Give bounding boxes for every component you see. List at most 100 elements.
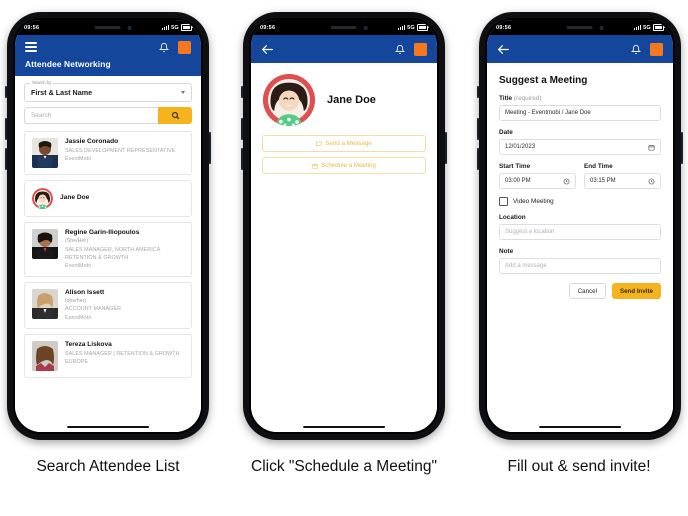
suggest-meeting-form: Suggest a Meeting Title (required) Meeti… [487,63,673,299]
orange-square-avatar[interactable] [414,42,427,56]
phone1-power-button[interactable] [209,132,211,164]
location-placeholder: Suggest a location [505,229,555,235]
attendee-role: SALES MANAGER | RETENTION & GROWTH EUROP… [65,350,180,365]
send-invite-button[interactable]: Send Invite [611,283,661,299]
network-label: 5G [407,24,415,31]
avatar [32,229,58,259]
bell-icon[interactable] [631,44,641,55]
avatar [32,188,53,209]
end-time-label: End Time [584,163,613,170]
title-label-text: Title [499,95,513,102]
phone1-mute-switch[interactable] [5,86,7,98]
search-by-select[interactable]: Search by First & Last Name [24,80,192,102]
title-value: Meeting - Eventmobi / Jane Doe [505,110,591,116]
clock-icon[interactable] [563,178,570,185]
location-input[interactable]: Suggest a location [499,224,661,240]
phone3-power-button[interactable] [681,132,683,164]
search-section: Search by First & Last Name Search [15,76,201,126]
phone3-content: Suggest a Meeting Title (required) Meeti… [487,63,673,432]
send-message-button[interactable]: Send a Message [262,135,426,152]
video-meeting-label: Video Meeting [513,198,554,205]
signal-icon [398,25,406,30]
phone3-volume-up[interactable] [477,118,479,140]
chevron-down-icon [181,91,185,94]
phone2-content: Jane Doe Send a Message Schedule a Meeti… [251,63,437,432]
attendee-role: SALES DEVELOPMENT REPRESENTATIVE [65,147,176,154]
date-input[interactable]: 12/01/2023 [499,139,661,155]
title-input[interactable]: Meeting - Eventmobi / Jane Doe [499,105,661,121]
phone3-mute-switch[interactable] [477,86,479,98]
phone2-volume-up[interactable] [241,118,243,140]
start-time-input[interactable]: 03:00 PM [499,173,576,189]
avatar-photo [32,188,53,209]
battery-icon [653,24,665,31]
bell-icon[interactable] [395,44,405,55]
cancel-button[interactable]: Cancel [568,283,606,299]
list-item[interactable]: Jassie Coronado SALES DEVELOPMENT REPRES… [24,131,192,175]
back-arrow-icon[interactable] [497,44,510,55]
front-camera [364,26,368,30]
front-camera [600,26,604,30]
list-item[interactable]: Regine Garin-Iliopoulos (She/Her) SALES … [24,222,192,277]
attendee-role: ACCOUNT MANAGER [65,306,122,313]
end-time-input[interactable]: 03:15 PM [584,173,661,189]
phone2-mute-switch[interactable] [241,86,243,98]
avatar-photo [32,288,58,319]
attendee-name: Regine Garin-Iliopoulos [65,229,140,236]
clock-icon[interactable] [648,178,655,185]
send-message-label: Send a Message [325,140,372,147]
note-label: Note [499,248,514,255]
start-time-value: 03:00 PM [505,178,531,184]
phone1-content: Search by First & Last Name Search Jassi… [15,76,201,432]
front-camera [128,26,132,30]
avatar [32,138,58,168]
bell-icon[interactable] [159,42,169,53]
message-icon [316,141,322,147]
phone1-notch [59,20,157,35]
avatar-photo [32,138,58,168]
phone-3-suggest-meeting: 09:56 5G Suggest a Meeting Title (requir… [477,12,683,440]
search-by-value: First & Last Name [31,88,93,97]
video-meeting-checkbox[interactable] [499,197,508,206]
list-item[interactable]: Tereza Liskova SALES MANAGER | RETENTION… [24,333,192,378]
orange-square-avatar[interactable] [178,40,191,54]
phone2-app-bar [251,35,437,63]
calendar-icon [312,163,318,169]
caption-step-3: Fill out & send invite! [507,458,651,475]
title-label: Title (required) [499,95,661,102]
search-button[interactable] [158,107,192,124]
phone3-app-bar [487,35,673,63]
avatar [32,288,58,319]
network-label: 5G [643,24,651,31]
attendee-company: EventMobi [65,314,91,321]
signal-icon [634,25,642,30]
hamburger-icon[interactable] [25,41,37,53]
phone3-volume-down[interactable] [477,148,479,170]
page-title: Attendee Networking [15,59,201,76]
phone2-volume-down[interactable] [241,148,243,170]
phone1-volume-up[interactable] [5,118,7,140]
search-input[interactable]: Search [24,107,158,124]
end-time-value: 03:15 PM [590,178,616,184]
attendee-company: EventMobi [65,262,91,269]
battery-icon [417,24,429,31]
schedule-meeting-button[interactable]: Schedule a Meeting [262,157,426,174]
title-required-text: (required) [513,95,542,102]
list-item[interactable]: Alison Issett (she/her) ACCOUNT MANAGER … [24,281,192,329]
status-time: 09:56 [260,24,276,31]
schedule-meeting-label: Schedule a Meeting [321,162,376,169]
location-label: Location [499,214,526,221]
list-item[interactable]: Jane Doe [24,180,192,217]
attendee-pronouns: (she/her) [65,297,87,304]
phone1-volume-down[interactable] [5,148,7,170]
video-meeting-row[interactable]: Video Meeting [499,197,661,206]
phone2-notch [295,20,393,35]
phone2-power-button[interactable] [445,132,447,164]
back-arrow-icon[interactable] [261,44,274,55]
date-label: Date [499,129,513,136]
battery-icon [181,24,193,31]
calendar-icon[interactable] [648,144,655,151]
note-input[interactable]: Add a message [499,258,661,274]
orange-square-avatar[interactable] [650,42,663,56]
earpiece-speaker [331,26,357,29]
